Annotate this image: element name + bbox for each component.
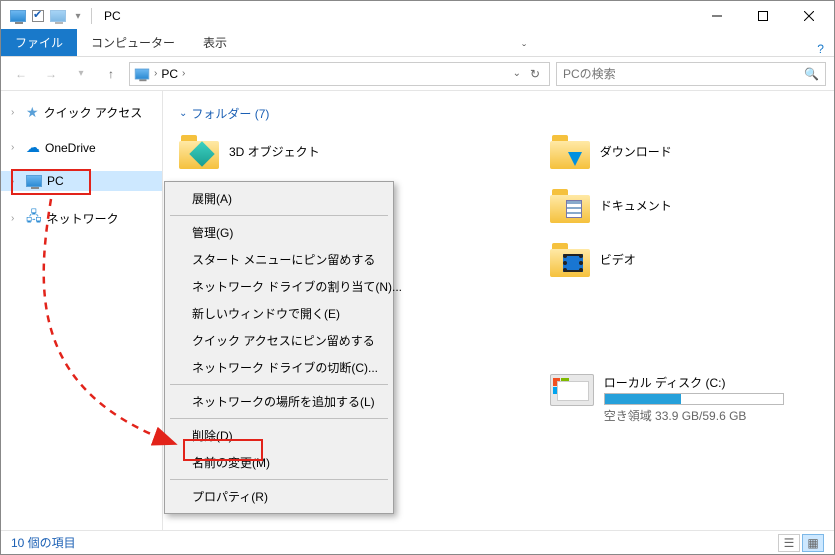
location-icon [135, 68, 149, 79]
large-icons-view-button[interactable]: ▦ [802, 534, 824, 552]
folder-icon [550, 241, 590, 277]
nav-label: OneDrive [45, 141, 96, 155]
folder-label: ダウンロード [600, 143, 672, 160]
ctx-expand[interactable]: 展開(A) [168, 185, 390, 212]
nav-pc[interactable]: › PC [1, 171, 162, 191]
tab-view[interactable]: 表示 [189, 29, 241, 56]
section-title: フォルダー (7) [191, 105, 269, 122]
qat-separator [91, 8, 92, 24]
explorer-icon [9, 7, 27, 25]
up-button[interactable]: ↑ [99, 62, 123, 86]
chevron-icon[interactable]: › [182, 68, 185, 79]
qat-dropdown-icon[interactable]: ▾ [69, 7, 87, 25]
maximize-button[interactable] [740, 1, 786, 31]
cloud-icon: ☁ [26, 139, 40, 156]
view-mode-buttons: ☰ ▦ [778, 534, 824, 552]
qat-properties-checkbox[interactable] [29, 7, 47, 25]
separator [170, 215, 388, 216]
expand-caret-icon[interactable]: › [11, 213, 21, 224]
nav-network[interactable]: › 🖧 ネットワーク [1, 203, 162, 233]
expand-caret-icon[interactable]: › [11, 176, 21, 187]
separator [170, 384, 388, 385]
drive-free-text: 空き領域 33.9 GB/59.6 GB [604, 407, 784, 424]
ctx-pin-start[interactable]: スタート メニューにピン留めする [168, 246, 390, 273]
drive-icon [550, 374, 594, 406]
nav-label: ネットワーク [47, 210, 119, 227]
status-bar: 10 個の項目 ☰ ▦ [1, 530, 834, 554]
title-bar: ▾ PC [1, 1, 834, 31]
context-menu: 展開(A) 管理(G) スタート メニューにピン留めする ネットワーク ドライブ… [164, 181, 394, 514]
ctx-properties[interactable]: プロパティ(R) [168, 483, 390, 510]
folder-icon [550, 133, 590, 169]
drive-usage-bar [604, 393, 784, 405]
navigation-pane: › ★ クイック アクセス › ☁ OneDrive › PC › 🖧 ネットワ… [1, 91, 163, 530]
ctx-manage[interactable]: 管理(G) [168, 219, 390, 246]
folders-section-header[interactable]: ⌄ フォルダー (7) [179, 101, 818, 130]
qat-new-folder-icon[interactable] [49, 7, 67, 25]
ctx-new-window[interactable]: 新しいウィンドウで開く(E) [168, 300, 390, 327]
search-input[interactable] [563, 67, 804, 81]
separator [170, 418, 388, 419]
explorer-body: › ★ クイック アクセス › ☁ OneDrive › PC › 🖧 ネットワ… [1, 91, 834, 530]
window-title: PC [104, 9, 121, 23]
network-icon: 🖧 [26, 206, 42, 230]
ctx-add-network-location[interactable]: ネットワークの場所を追加する(L) [168, 388, 390, 415]
folder-videos[interactable]: ビデオ [550, 238, 784, 280]
star-icon: ★ [26, 104, 39, 121]
help-button[interactable]: ? [807, 42, 834, 56]
search-box[interactable]: 🔍 [556, 62, 826, 86]
drive-label: ローカル ディスク (C:) [604, 374, 784, 391]
expand-caret-icon[interactable]: › [11, 107, 21, 118]
drive-local-c[interactable]: ローカル ディスク (C:) 空き領域 33.9 GB/59.6 GB [550, 374, 784, 424]
tab-file[interactable]: ファイル [1, 29, 77, 56]
close-button[interactable] [786, 1, 832, 31]
ribbon-tabs: ファイル コンピューター 表示 ˇ ? [1, 31, 834, 57]
address-location: PC [161, 67, 178, 81]
navigation-bar: ← → ▾ ↑ › PC › ⌄ ↻ 🔍 [1, 57, 834, 91]
ctx-pin-quick[interactable]: クイック アクセスにピン留めする [168, 327, 390, 354]
folder-icon [179, 133, 219, 169]
ctx-map-drive[interactable]: ネットワーク ドライブの割り当て(N)... [168, 273, 390, 300]
folder-documents[interactable]: ドキュメント [550, 184, 784, 226]
window-controls [694, 1, 832, 31]
history-dropdown[interactable]: ▾ [69, 62, 93, 86]
minimize-button[interactable] [694, 1, 740, 31]
search-icon[interactable]: 🔍 [804, 67, 819, 81]
address-bar[interactable]: › PC › ⌄ ↻ [129, 62, 550, 86]
ctx-rename[interactable]: 名前の変更(M) [168, 449, 390, 476]
folder-3d-objects[interactable]: 3D オブジェクト [179, 130, 320, 172]
nav-onedrive[interactable]: › ☁ OneDrive [1, 136, 162, 159]
status-item-count: 10 個の項目 [11, 534, 76, 551]
monitor-icon [26, 175, 42, 187]
forward-button[interactable]: → [39, 62, 63, 86]
folder-label: 3D オブジェクト [229, 143, 320, 160]
ribbon-collapse-button[interactable]: ˇ [512, 42, 536, 56]
quick-access-toolbar: ▾ [3, 7, 94, 25]
folder-label: ドキュメント [600, 197, 672, 214]
tab-computer[interactable]: コンピューター [77, 29, 189, 56]
address-dropdown[interactable]: ⌄ [513, 68, 521, 79]
nav-quick-access[interactable]: › ★ クイック アクセス [1, 101, 162, 124]
collapse-caret-icon: ⌄ [179, 108, 187, 119]
details-view-button[interactable]: ☰ [778, 534, 800, 552]
refresh-button[interactable]: ↻ [525, 62, 545, 86]
folder-icon [550, 187, 590, 223]
back-button[interactable]: ← [9, 62, 33, 86]
expand-caret-icon[interactable]: › [11, 142, 21, 153]
folder-downloads[interactable]: ダウンロード [550, 130, 784, 172]
nav-label: PC [47, 174, 64, 188]
ctx-delete[interactable]: 削除(D) [168, 422, 390, 449]
chevron-icon[interactable]: › [154, 68, 157, 79]
drive-info: ローカル ディスク (C:) 空き領域 33.9 GB/59.6 GB [604, 374, 784, 424]
folder-label: ビデオ [600, 251, 636, 268]
separator [170, 479, 388, 480]
ctx-disconnect-drive[interactable]: ネットワーク ドライブの切断(C)... [168, 354, 390, 381]
nav-label: クイック アクセス [44, 104, 143, 121]
